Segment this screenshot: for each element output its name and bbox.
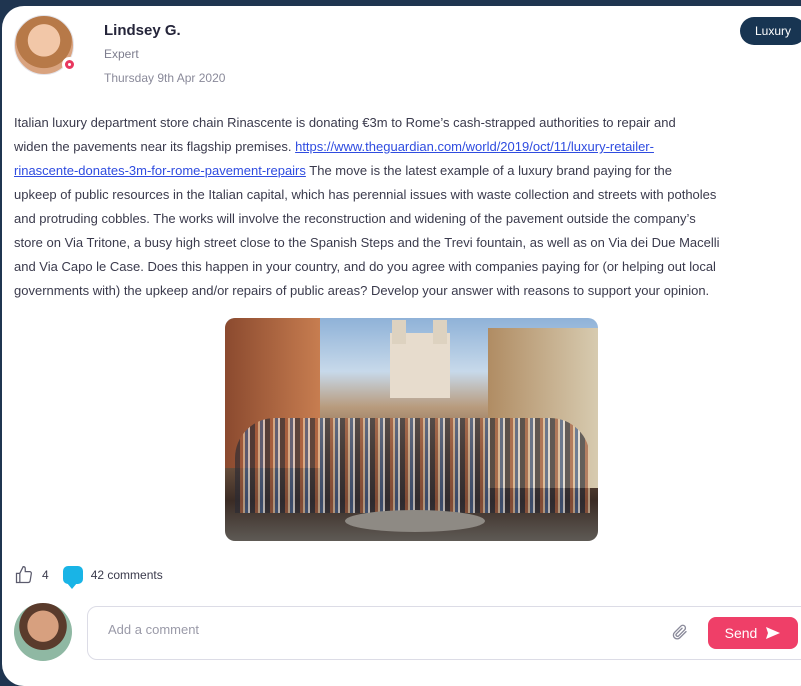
author-avatar[interactable]	[14, 15, 77, 75]
post-line: governments with) the upkeep and/or repa…	[14, 283, 710, 298]
comment-count[interactable]: 42 comments	[91, 568, 163, 582]
comment-composer: Send	[87, 606, 801, 660]
article-link-continued[interactable]: rinascente-donates-3m-for-rome-pavement-…	[14, 163, 306, 178]
online-status-icon	[62, 57, 77, 72]
post-photo[interactable]	[225, 318, 598, 541]
comment-input[interactable]	[106, 621, 650, 638]
post-date: Thursday 9th Apr 2020	[104, 71, 226, 85]
category-tag[interactable]: Luxury	[740, 17, 801, 45]
post-line: store on Via Tritone, a busy high street…	[14, 235, 720, 250]
like-count: 4	[42, 568, 49, 582]
article-link[interactable]: https://www.theguardian.com/world/2019/o…	[295, 139, 654, 154]
photo-tower	[392, 320, 406, 344]
post-line: Italian luxury department store chain Ri…	[14, 115, 676, 130]
post-body: Italian luxury department store chain Ri…	[14, 111, 801, 303]
thumbs-up-icon[interactable]	[14, 565, 34, 585]
paperclip-icon[interactable]	[671, 622, 689, 642]
current-user-avatar	[14, 603, 72, 661]
author-name[interactable]: Lindsey G.	[104, 22, 181, 39]
post-actions: 4 42 comments	[14, 565, 163, 589]
send-arrow-icon	[766, 627, 781, 639]
comment-bubble-icon[interactable]	[62, 566, 83, 589]
post-line: upkeep of public resources in the Italia…	[14, 187, 717, 202]
send-label: Send	[724, 625, 758, 641]
post-line: rinascente-donates-3m-for-rome-pavement-…	[14, 163, 673, 178]
photo-fountain	[345, 510, 485, 532]
photo-tower	[433, 320, 447, 344]
author-role: Expert	[104, 47, 139, 61]
post-line: and protruding cobbles. The works will i…	[14, 211, 696, 226]
send-button[interactable]: Send	[708, 617, 798, 649]
photo-crowd	[235, 418, 590, 513]
post-line: and Via Capo le Case. Does this happen i…	[14, 259, 716, 274]
post-line: widen the pavements near its flagship pr…	[14, 139, 654, 154]
